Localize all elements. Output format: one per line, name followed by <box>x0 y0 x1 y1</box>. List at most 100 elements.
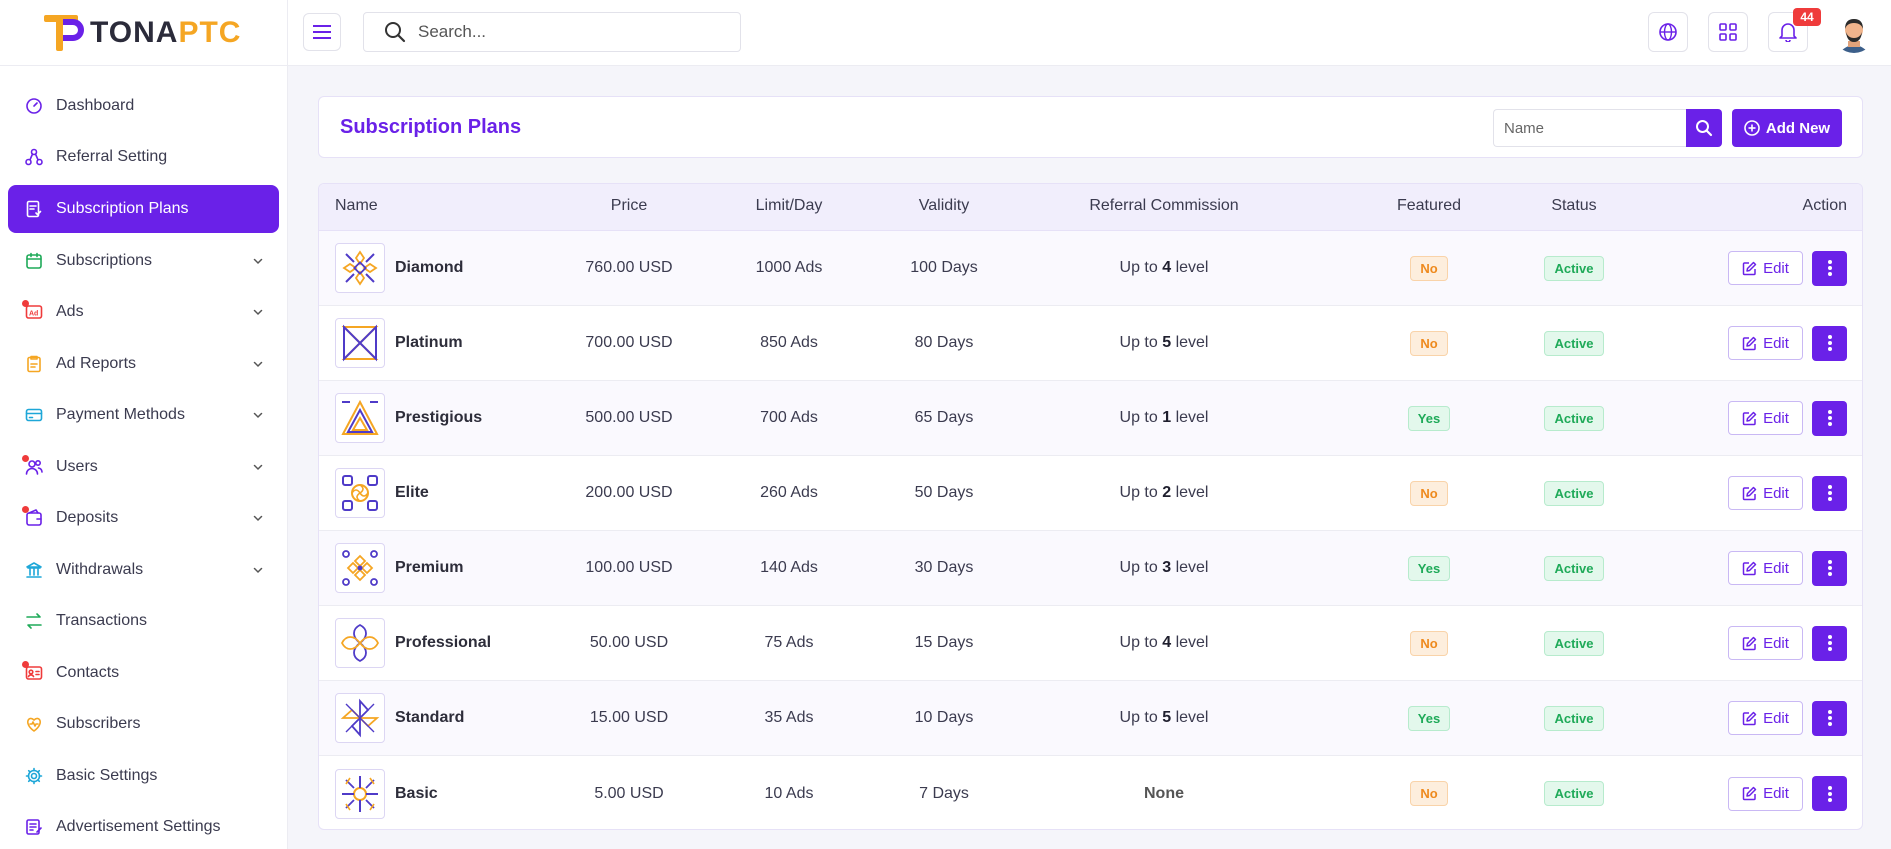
brand-logo[interactable]: TONAPTC <box>0 0 287 66</box>
sidebar-item-referral-setting[interactable]: Referral Setting <box>8 132 279 184</box>
column-header-status: Status <box>1551 197 1597 214</box>
sidebar-item-label: Transactions <box>56 612 147 630</box>
alert-dot <box>22 454 29 462</box>
sidebar-item-label: Subscriptions <box>56 251 153 269</box>
chevron-down-icon <box>253 516 263 522</box>
more-actions-button[interactable] <box>1812 776 1847 811</box>
search-input[interactable] <box>418 22 718 42</box>
action-cell: Edit <box>1728 776 1847 811</box>
dashboard-icon <box>26 97 42 114</box>
edit-icon <box>1742 636 1757 650</box>
featured-badge: No <box>1410 630 1448 656</box>
edit-button[interactable]: Edit <box>1728 476 1803 510</box>
plan-validity: 15 Days <box>914 634 974 651</box>
sidebar-item-transactions[interactable]: Transactions <box>8 596 279 648</box>
sidebar-item-deposits[interactable]: Deposits <box>8 493 279 545</box>
more-actions-button[interactable] <box>1812 250 1847 286</box>
edit-button[interactable]: Edit <box>1728 701 1803 735</box>
featured-badge: No <box>1410 255 1448 281</box>
table-row: Standard 15.00 USD 35 Ads 10 Days Up to 5 le… <box>319 681 1862 756</box>
status-badge: Active <box>1544 255 1604 281</box>
subscribers-icon <box>27 717 41 733</box>
featured-cell: No <box>1399 330 1459 356</box>
settings-icon-wrap <box>24 766 44 786</box>
sidebar-item-payment-methods[interactable]: Payment Methods <box>8 390 279 442</box>
sidebar-item-subscription-plans[interactable]: Subscription Plans <box>8 185 279 233</box>
apps-button[interactable] <box>1708 12 1748 52</box>
more-actions-button[interactable] <box>1812 550 1847 586</box>
more-actions-button[interactable] <box>1812 400 1847 436</box>
sidebar-item-label: Dashboard <box>56 96 135 114</box>
top-header: 44 <box>288 0 1891 66</box>
edit-button[interactable]: Edit <box>1728 326 1803 360</box>
plan-price: 100.00 USD <box>585 559 673 576</box>
sidebar-item-label: Contacts <box>56 663 120 681</box>
menu-toggle-button[interactable] <box>303 13 341 51</box>
transactions-icon-wrap <box>24 611 44 631</box>
grid-icon <box>1719 23 1737 41</box>
edit-button[interactable]: Edit <box>1728 401 1803 435</box>
notification-count-badge: 44 <box>1793 8 1821 26</box>
sidebar-item-withdrawals[interactable]: Withdrawals <box>8 544 279 596</box>
table-row: Premium 100.00 USD 140 Ads 30 Days Up to 3 l… <box>319 531 1862 606</box>
sidebar-item-ad-reports[interactable]: Ad Reports <box>8 338 279 390</box>
status-cell: Active <box>1539 405 1609 431</box>
plans-icon-wrap <box>24 199 44 219</box>
edit-label: Edit <box>1763 785 1789 802</box>
name-filter-input[interactable] <box>1493 109 1687 147</box>
sidebar-item-label: Users <box>56 457 98 475</box>
sidebar-item-label: Subscription Plans <box>56 200 189 217</box>
edit-button[interactable]: Edit <box>1728 776 1803 811</box>
sidebar-item-users[interactable]: Users <box>8 441 279 493</box>
more-actions-button[interactable] <box>1812 475 1847 511</box>
user-avatar[interactable] <box>1833 11 1875 53</box>
edit-button[interactable]: Edit <box>1728 551 1803 585</box>
subscriptions-icon-wrap <box>24 251 44 271</box>
column-header-validity: Validity <box>918 197 970 214</box>
edit-button[interactable]: Edit <box>1728 251 1803 285</box>
more-actions-button[interactable] <box>1812 325 1847 361</box>
sidebar-item-subscribers[interactable]: Subscribers <box>8 699 279 751</box>
plan-price: 760.00 USD <box>585 259 673 276</box>
plan-price: 50.00 USD <box>589 634 669 651</box>
chevron-down-icon <box>253 361 263 367</box>
add-new-label: Add New <box>1765 119 1831 137</box>
sidebar-item-ads[interactable]: Ad Ads <box>8 287 279 339</box>
sidebar-item-label: Subscribers <box>56 715 141 733</box>
featured-cell: No <box>1399 480 1459 506</box>
page-header-card: Subscription Plans Add New <box>318 96 1863 158</box>
vertical-dots-icon <box>1827 710 1832 726</box>
chevron-down-icon <box>253 413 263 419</box>
more-actions-button[interactable] <box>1812 625 1847 661</box>
sidebar-item-advertisement-settings[interactable]: Advertisement Settings <box>8 802 279 849</box>
deposits-icon-wrap <box>22 506 44 528</box>
subscribers-icon-wrap <box>24 714 44 734</box>
sidebar-item-dashboard[interactable]: Dashboard <box>8 80 279 132</box>
action-cell: Edit <box>1728 475 1847 511</box>
sidebar-item-contacts[interactable]: Contacts <box>8 647 279 699</box>
plans-table: Name Price Limit/Day Validity Referral C… <box>318 183 1863 830</box>
status-badge: Active <box>1544 781 1604 806</box>
column-header-name: Name <box>335 197 378 214</box>
sidebar-item-subscriptions[interactable]: Subscriptions <box>8 235 279 287</box>
notifications-button[interactable]: 44 <box>1768 8 1821 52</box>
column-header-limit: Limit/Day <box>755 197 823 214</box>
payment-icon-wrap <box>24 405 44 425</box>
featured-cell: No <box>1399 255 1459 281</box>
brand-name: TONAPTC <box>90 15 242 49</box>
filter-search-button[interactable] <box>1686 109 1722 147</box>
edit-button[interactable]: Edit <box>1728 626 1803 660</box>
sidebar-item-label: Payment Methods <box>56 406 185 424</box>
plan-name-cell: Professional <box>335 618 491 668</box>
ad-settings-icon-wrap <box>24 817 44 837</box>
page-title: Subscription Plans <box>340 116 522 138</box>
language-button[interactable] <box>1648 12 1688 52</box>
plan-platinum-icon <box>335 318 385 368</box>
vertical-dots-icon <box>1827 560 1832 576</box>
plan-price: 15.00 USD <box>589 709 669 726</box>
plan-limit: 35 Ads <box>764 709 814 726</box>
add-new-button[interactable]: Add New <box>1732 109 1842 147</box>
sidebar-item-basic-settings[interactable]: Basic Settings <box>8 750 279 802</box>
more-actions-button[interactable] <box>1812 700 1847 736</box>
ad-reports-icon-wrap <box>24 354 44 374</box>
